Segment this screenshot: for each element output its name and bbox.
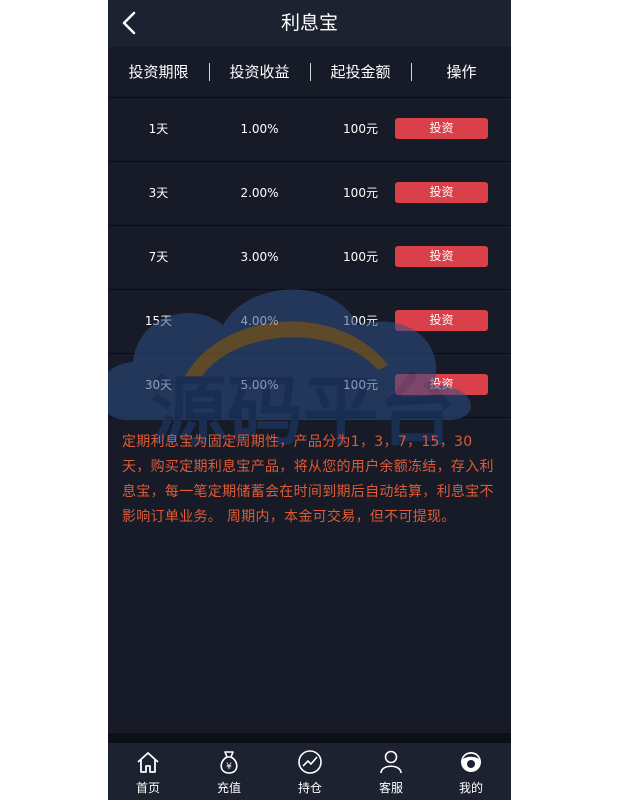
description-text: 定期利息宝为固定周期性，产品分为1，3，7，15，30天，购买定期利息宝产品，将… [122,434,494,525]
invest-button[interactable]: 投资 [395,246,488,267]
term-cell: 3天 [148,186,169,200]
term-cell: 30天 [144,378,173,392]
column-header-term: 投资期限 [128,63,189,81]
invest-button[interactable]: 投资 [395,182,488,203]
tab-mine[interactable]: 我的 [431,743,511,800]
term-cell: 1天 [148,122,169,136]
person-icon [380,750,402,774]
svg-text:¥: ¥ [226,762,232,772]
table-row: 30天 5.00% 100元 投资 [108,354,511,418]
avatar-icon [461,752,481,772]
tab-service[interactable]: 客服 [351,743,431,800]
app-screen: 利息宝 投资期限 投资收益 起投金额 操作 1天 1.00% 100元 投资 3… [108,0,511,800]
money-bag-icon: ¥ [220,751,238,774]
column-header-action: 操作 [446,63,477,81]
column-header-rate: 投资收益 [229,63,290,81]
tabbar-divider [108,733,511,743]
term-cell: 7天 [148,250,169,264]
rate-cell: 5.00% [240,378,279,392]
invest-button[interactable]: 投资 [395,374,488,395]
table-row: 7天 3.00% 100元 投资 [108,226,511,290]
tab-label: 充值 [216,781,241,795]
term-cell: 15天 [144,314,173,328]
table-row: 1天 1.00% 100元 投资 [108,98,511,162]
rate-cell: 3.00% [240,250,279,264]
tab-recharge[interactable]: ¥ 充值 [189,743,269,800]
top-bar: 利息宝 [108,0,511,47]
tab-label: 首页 [135,781,160,795]
table-header: 投资期限 投资收益 起投金额 操作 [108,47,511,98]
chart-trend-icon [298,750,322,774]
home-icon [137,752,159,773]
bottom-tab-bar: 首页 ¥ 充值 持仓 客服 我的 [108,743,511,800]
table-row: 15天 4.00% 100元 投资 [108,290,511,354]
rate-cell: 4.00% [240,314,279,328]
column-header-min-amount: 起投金额 [330,63,391,81]
tab-positions[interactable]: 持仓 [270,743,350,800]
rate-cell: 2.00% [240,186,279,200]
invest-button[interactable]: 投资 [395,310,488,331]
rate-cell: 1.00% [240,122,279,136]
page-title: 利息宝 [280,12,338,34]
tab-home[interactable]: 首页 [108,743,188,800]
tab-label: 客服 [378,781,403,795]
table-row: 3天 2.00% 100元 投资 [108,162,511,226]
tab-label: 我的 [458,781,483,795]
invest-button[interactable]: 投资 [395,118,488,139]
tab-label: 持仓 [297,781,322,795]
